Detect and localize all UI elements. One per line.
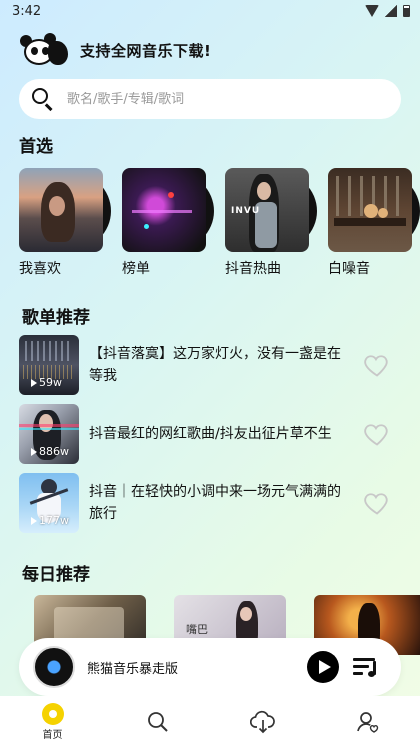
play-count-icon xyxy=(31,447,37,456)
daily-section-title: 每日推荐 xyxy=(22,565,90,585)
status-time: 3:42 xyxy=(12,4,42,19)
play-count: 59w xyxy=(31,376,62,389)
battery-icon xyxy=(403,5,410,17)
wifi-icon xyxy=(365,5,379,17)
playlist-title: 【抖音落寞】这万家灯火，没有一盏是在等我 xyxy=(89,346,341,384)
featured-list: 我喜欢 榜单 INVU 抖音热曲 白噪音 xyxy=(19,168,420,278)
play-count-value: 886w xyxy=(39,445,69,458)
playlist-queue-icon[interactable] xyxy=(353,655,379,679)
download-icon xyxy=(249,710,275,734)
featured-cover xyxy=(122,168,214,252)
header-title: 支持全网音乐下载! xyxy=(80,41,212,60)
panda-logo-icon xyxy=(18,33,70,67)
home-icon xyxy=(41,703,64,725)
featured-label: 白噪音 xyxy=(328,261,370,277)
search-bar[interactable] xyxy=(19,79,401,119)
play-count-icon xyxy=(31,378,37,387)
profile-icon xyxy=(356,712,378,733)
featured-label: 我喜欢 xyxy=(19,261,61,277)
featured-cover xyxy=(328,168,420,252)
favorite-heart-icon[interactable] xyxy=(363,351,391,379)
playlist-item[interactable]: 59w 【抖音落寞】这万家灯火，没有一盏是在等我 xyxy=(19,335,401,395)
search-icon xyxy=(147,712,168,732)
featured-item-douyin-hits[interactable]: INVU 抖音热曲 xyxy=(225,168,317,278)
playlist-cover: 886w xyxy=(19,404,79,464)
signal-icon xyxy=(385,5,397,17)
cover-text: INVU xyxy=(231,206,261,216)
playlist-item[interactable]: 177w 抖音｜在轻快的小调中来一场元气满满的旅行 xyxy=(19,473,401,533)
nav-search[interactable] xyxy=(105,696,210,748)
bottom-nav: 首页 xyxy=(0,696,420,748)
featured-cover: INVU xyxy=(225,168,317,252)
playlist-title: 抖音最红的网红歌曲/抖友出征片草不生 xyxy=(89,426,332,442)
featured-item-charts[interactable]: 榜单 xyxy=(122,168,214,278)
featured-label: 抖音热曲 xyxy=(225,261,281,277)
featured-item-white-noise[interactable]: 白噪音 xyxy=(328,168,420,278)
play-count: 886w xyxy=(31,445,69,458)
nav-download[interactable] xyxy=(210,696,315,748)
play-count-value: 177w xyxy=(39,514,69,527)
play-icon xyxy=(318,660,331,674)
player-title: 熊猫音乐暴走版 xyxy=(87,661,179,677)
playlist-cover: 59w xyxy=(19,335,79,395)
vinyl-record-icon xyxy=(33,646,75,688)
search-icon xyxy=(31,87,55,111)
cover-text: 嘴巴 xyxy=(186,623,208,636)
featured-item-favorites[interactable]: 我喜欢 xyxy=(19,168,111,278)
nav-home[interactable]: 首页 xyxy=(0,696,105,748)
nav-profile[interactable] xyxy=(315,696,420,748)
status-icons xyxy=(365,5,410,17)
featured-cover xyxy=(19,168,111,252)
nav-home-label: 首页 xyxy=(42,730,63,741)
mini-player[interactable]: 熊猫音乐暴走版 xyxy=(19,638,401,696)
search-input[interactable] xyxy=(67,91,367,107)
app-header: 支持全网音乐下载! xyxy=(18,32,211,68)
playlist-item[interactable]: 886w 抖音最红的网红歌曲/抖友出征片草不生 xyxy=(19,404,401,464)
playlist-cover: 177w xyxy=(19,473,79,533)
featured-section-title: 首选 xyxy=(19,137,53,157)
playlist-title: 抖音｜在轻快的小调中来一场元气满满的旅行 xyxy=(89,484,341,522)
play-button[interactable] xyxy=(307,651,339,683)
playlists-section-title: 歌单推荐 xyxy=(22,308,90,328)
favorite-heart-icon[interactable] xyxy=(363,420,391,448)
play-count-value: 59w xyxy=(39,376,62,389)
play-count-icon xyxy=(31,516,37,525)
status-bar: 3:42 xyxy=(0,0,420,24)
play-count: 177w xyxy=(31,514,69,527)
featured-label: 榜单 xyxy=(122,261,150,277)
favorite-heart-icon[interactable] xyxy=(363,489,391,517)
